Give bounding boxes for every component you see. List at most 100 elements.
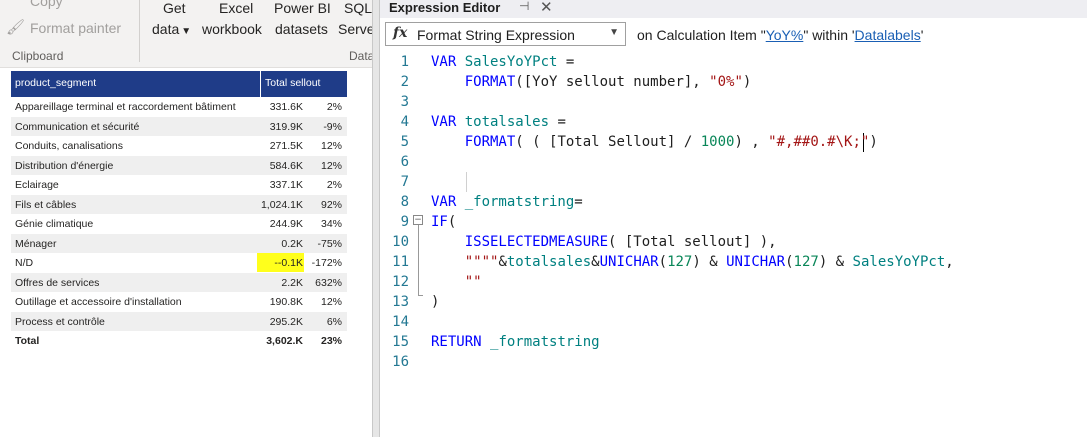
fold-guide-end [418, 295, 423, 296]
line-number: 16 [392, 354, 409, 370]
line-number: 7 [400, 174, 409, 190]
line-number-gutter: 1 2 3 4 5 6 7 8 9 10 11 12 13 14 15 16 [380, 52, 409, 437]
line-number: 4 [400, 114, 409, 130]
sellout-value-cell: 3,602.K [266, 335, 303, 347]
code-token: IF [431, 214, 448, 230]
code-token: FORMAT [431, 134, 516, 150]
line-number: 2 [400, 74, 409, 90]
line-number: 3 [400, 94, 409, 110]
column-header-total-sellout[interactable]: Total sellout [265, 77, 320, 89]
code-token: _formatstring [490, 334, 600, 350]
line-number: 6 [400, 154, 409, 170]
pin-icon[interactable]: ⊣ [519, 0, 529, 13]
table-row[interactable]: Génie climatique 244.9K 34% [11, 214, 347, 234]
segment-cell: Génie climatique [15, 218, 94, 230]
column-header-product-segment[interactable]: product_segment [15, 77, 96, 89]
code-token: ) , [734, 134, 769, 150]
code-token: SalesYoYPct [852, 254, 946, 270]
table-row[interactable]: Distribution d'énergie 584.6K 12% [11, 155, 347, 175]
indent-guide [466, 172, 467, 192]
code-token: ( [447, 214, 457, 230]
table-row[interactable]: Appareillage terminal et raccordement bâ… [11, 97, 347, 117]
property-dropdown-value: Format String Expression [417, 27, 575, 43]
code-token: & [591, 254, 600, 270]
chevron-down-icon: ▼ [609, 27, 619, 38]
clipboard-group-label: Clipboard [12, 49, 64, 63]
code-editor[interactable]: 1 2 3 4 5 6 7 8 9 10 11 12 13 14 15 16 − VAR SalesYoYPc… [380, 52, 1087, 437]
collapse-icon[interactable]: − [413, 215, 423, 225]
code-token: totalsales [464, 114, 550, 130]
table-row[interactable]: Outillage et accessoire d'installation 19… [11, 292, 347, 312]
ribbon-divider [139, 0, 140, 62]
expression-editor: Expression Editor ⊣ ✕ fx Format String E… [380, 0, 1087, 437]
code-token: ) [869, 134, 878, 150]
code-line[interactable]: ISSELECTEDMEASURE( [Total sellout] ), [431, 232, 777, 252]
code-token: ( ( [Total Sellout] / [515, 134, 701, 150]
editor-title: Expression Editor [389, 0, 501, 15]
code-line[interactable]: FORMAT([YoY sellout number], "0%") [431, 72, 752, 92]
sellout-value-cell: 337.1K [269, 179, 303, 191]
table-row[interactable]: Conduits, canalisations 271.5K 12% [11, 136, 347, 156]
code-token: VAR [431, 54, 465, 70]
yoy-pct-cell: -9% [323, 120, 342, 133]
sellout-value-cell: 331.6K [269, 101, 303, 113]
code-token: , [945, 254, 954, 270]
line-number: 5 [400, 134, 409, 150]
copy-button[interactable]: Copy [30, 0, 63, 9]
line-number: 14 [392, 314, 409, 330]
code-line[interactable]: ) [431, 292, 439, 312]
code-token: ( [785, 254, 794, 270]
format-painter-button[interactable]: Format painter [30, 20, 121, 36]
code-line[interactable]: RETURN _formatstring [431, 332, 600, 352]
code-token: = [574, 194, 583, 210]
yoy-pct-cell: 12% [320, 140, 342, 152]
code-line[interactable]: VAR totalsales = [431, 112, 566, 132]
code-line[interactable]: "" [431, 272, 482, 292]
chevron-down-icon: ▼ [181, 26, 192, 37]
pane-splitter[interactable] [372, 0, 380, 437]
total-row[interactable]: Total 3,602.K 23% [11, 331, 347, 351]
code-line[interactable]: VAR SalesYoYPct = [431, 52, 574, 72]
home-ribbon: Copy 🖌 Format painter Clipboard Get data… [0, 0, 379, 68]
table-row[interactable]: N/D --0.1K -172% [11, 253, 347, 273]
table-row[interactable]: Ménager 0.2K -75% [11, 233, 347, 253]
calc-item-link[interactable]: YoY% [766, 27, 804, 43]
data-group-label: Data [349, 49, 375, 63]
line-number: 11 [392, 254, 409, 270]
code-line[interactable]: """"&totalsales&UNICHAR(127) & UNICHAR(1… [431, 252, 954, 272]
fold-guide [418, 225, 419, 295]
sql-label-1: SQL [344, 0, 373, 16]
editor-toolbar: fx Format String Expression ▼ on Calcula… [380, 18, 1087, 52]
yoy-pct-cell: 632% [315, 276, 342, 289]
sellout-matrix-visual[interactable]: product_segment Total sellout Appareilla… [11, 71, 347, 351]
context-suffix: ' [920, 27, 924, 43]
table-row[interactable]: Process et contrôle 295.2K 6% [11, 311, 347, 331]
table-row[interactable]: Eclairage 337.1K 2% [11, 175, 347, 195]
code-token: 127 [667, 254, 693, 270]
powerbi-label-2: datasets [275, 21, 328, 37]
code-token: UNICHAR [599, 254, 659, 270]
code-line[interactable]: VAR _formatstring= [431, 192, 583, 212]
code-token: ( [Total sellout] ), [608, 234, 777, 250]
calc-group-link[interactable]: Datalabels [855, 27, 921, 43]
table-row[interactable]: Communication et sécurité 319.9K -9% [11, 116, 347, 136]
line-number: 13 [392, 294, 409, 310]
code-line[interactable]: FORMAT( ( [Total Sellout] / 1000) , "#,#… [431, 132, 878, 152]
matrix-header: product_segment Total sellout [11, 71, 347, 97]
close-icon[interactable]: ✕ [540, 0, 553, 16]
calculation-item-context: on Calculation Item "YoY%" within 'Datal… [637, 27, 923, 43]
code-token: SalesYoYPct [464, 54, 558, 70]
fold-column: − [411, 52, 427, 437]
yoy-pct-cell: 34% [320, 218, 342, 230]
sellout-value-cell: --0.1K [274, 257, 303, 269]
code-token: ) & [692, 254, 727, 270]
code-token: "#,##0.#\K;" [768, 134, 870, 150]
yoy-pct-cell: -75% [317, 237, 342, 250]
code-line[interactable]: IF( [431, 212, 456, 232]
code-token: = [549, 114, 566, 130]
code-token: UNICHAR [726, 254, 786, 270]
table-row[interactable]: Offres de services 2.2K 632% [11, 272, 347, 292]
table-row[interactable]: Fils et câbles 1,024.1K 92% [11, 194, 347, 214]
code-token: totalsales [506, 254, 592, 270]
property-dropdown[interactable]: fx Format String Expression ▼ [385, 22, 626, 46]
